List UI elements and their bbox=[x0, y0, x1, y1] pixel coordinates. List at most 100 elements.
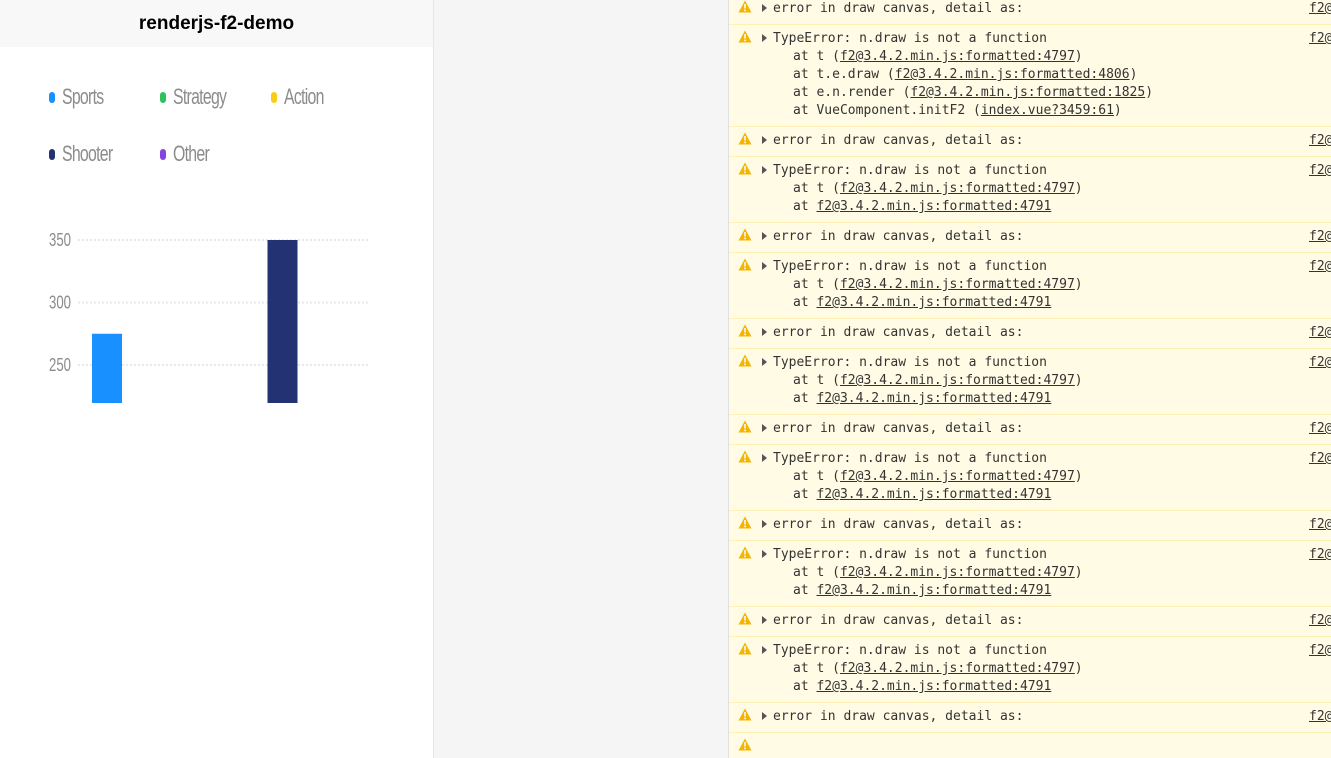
stack-frame: at VueComponent.initF2 (index.vue?3459:6… bbox=[793, 102, 1331, 120]
stack-frame-prefix: at t.e.draw ( bbox=[793, 67, 895, 82]
stack-frame: at f2@3.4.2.min.js:formatted:4791 bbox=[793, 294, 1331, 312]
message-source-link[interactable]: f2@ bbox=[1309, 258, 1331, 276]
console-message[interactable]: TypeError: n.draw is not a function at t … bbox=[729, 253, 1331, 319]
expand-arrow-icon[interactable] bbox=[762, 328, 767, 336]
expand-arrow-icon[interactable] bbox=[762, 232, 767, 240]
message-source-link[interactable]: f2@ bbox=[1309, 228, 1331, 246]
source-link[interactable]: index.vue?3459:61 bbox=[981, 103, 1114, 118]
source-link[interactable]: f2@3.4.2.min.js:formatted:1825 bbox=[910, 85, 1145, 100]
stack-frame: at f2@3.4.2.min.js:formatted:4791 bbox=[793, 390, 1331, 408]
message-source-link[interactable]: f2@ bbox=[1309, 420, 1331, 438]
legend-marker-icon bbox=[160, 148, 166, 160]
console-message[interactable]: TypeError: n.draw is not a function at t … bbox=[729, 349, 1331, 415]
message-source-link[interactable]: f2@ bbox=[1309, 324, 1331, 342]
expand-arrow-icon[interactable] bbox=[762, 262, 767, 270]
source-link[interactable]: f2@3.4.2.min.js:formatted:4791 bbox=[816, 583, 1051, 598]
mobile-preview-panel: renderjs-f2-demo Sports Strategy Action Sho… bbox=[0, 0, 434, 758]
console-message[interactable]: error in draw canvas, detail as: f2@ bbox=[729, 223, 1331, 253]
console-message[interactable]: error in draw canvas, detail as: f2@ bbox=[729, 607, 1331, 637]
expand-arrow-icon[interactable] bbox=[762, 424, 767, 432]
console-message[interactable]: error in draw canvas, detail as: f2@ bbox=[729, 127, 1331, 157]
expand-arrow-icon[interactable] bbox=[762, 454, 767, 462]
expand-arrow-icon[interactable] bbox=[762, 616, 767, 624]
stack-frame-prefix: at bbox=[793, 583, 817, 598]
message-source-link[interactable]: f2@ bbox=[1309, 162, 1331, 180]
expand-arrow-icon[interactable] bbox=[762, 520, 767, 528]
message-source-link[interactable]: f2@ bbox=[1309, 30, 1331, 48]
expand-arrow-icon[interactable] bbox=[762, 712, 767, 720]
source-link[interactable]: f2@3.4.2.min.js:formatted:4797 bbox=[840, 661, 1075, 676]
page-title: renderjs-f2-demo bbox=[138, 12, 295, 34]
legend-label: Sports bbox=[62, 84, 104, 109]
message-source-link[interactable]: f2@ bbox=[1309, 546, 1331, 564]
message-source-link[interactable]: f2@ bbox=[1309, 0, 1331, 18]
stack-frame-suffix: ) bbox=[1113, 103, 1122, 118]
source-link[interactable]: f2@3.4.2.min.js:formatted:4791 bbox=[816, 487, 1051, 502]
expand-arrow-icon[interactable] bbox=[762, 550, 767, 558]
expand-arrow-icon[interactable] bbox=[762, 34, 767, 42]
bar-sports[interactable] bbox=[92, 333, 122, 403]
stack-frame-prefix: at t ( bbox=[793, 49, 840, 64]
legend-item-shooter[interactable]: Shooter bbox=[49, 141, 132, 167]
legend-item-strategy[interactable]: Strategy bbox=[160, 84, 247, 110]
warning-icon bbox=[738, 132, 752, 145]
stack-frame-prefix: at t ( bbox=[793, 277, 840, 292]
expand-arrow-icon[interactable] bbox=[762, 646, 767, 654]
warning-icon bbox=[738, 642, 752, 655]
navigation-bar: renderjs-f2-demo bbox=[0, 0, 433, 47]
message-source-link[interactable]: f2@ bbox=[1309, 354, 1331, 372]
source-link[interactable]: f2@3.4.2.min.js:formatted:4791 bbox=[816, 679, 1051, 694]
message-source-link[interactable]: f2@ bbox=[1309, 516, 1331, 534]
console-message[interactable]: TypeError: n.draw is not a function at t … bbox=[729, 445, 1331, 511]
warning-icon bbox=[738, 738, 752, 751]
expand-arrow-icon[interactable] bbox=[762, 166, 767, 174]
console-message[interactable]: error in draw canvas, detail as: f2@ bbox=[729, 703, 1331, 733]
console-message-text: error in draw canvas, detail as: bbox=[773, 1, 1024, 16]
console-message[interactable]: TypeError: n.draw is not a function at t … bbox=[729, 637, 1331, 703]
message-source-link[interactable]: f2@ bbox=[1309, 450, 1331, 468]
source-link[interactable]: f2@3.4.2.min.js:formatted:4797 bbox=[840, 49, 1075, 64]
source-link[interactable]: f2@3.4.2.min.js:formatted:4791 bbox=[816, 295, 1051, 310]
message-source-link[interactable]: f2@ bbox=[1309, 708, 1331, 726]
expand-arrow-icon[interactable] bbox=[762, 136, 767, 144]
source-link[interactable]: f2@3.4.2.min.js:formatted:4797 bbox=[840, 373, 1075, 388]
console-message-text: error in draw canvas, detail as: bbox=[773, 133, 1024, 148]
stack-frame-prefix: at e.n.render ( bbox=[793, 85, 911, 100]
stack-frame: at t (f2@3.4.2.min.js:formatted:4797) bbox=[793, 564, 1331, 582]
console-message[interactable] bbox=[729, 733, 1331, 758]
source-link[interactable]: f2@3.4.2.min.js:formatted:4791 bbox=[816, 391, 1051, 406]
source-link[interactable]: f2@3.4.2.min.js:formatted:4791 bbox=[816, 199, 1051, 214]
legend-item-other[interactable]: Other bbox=[160, 141, 223, 167]
source-link[interactable]: f2@3.4.2.min.js:formatted:4797 bbox=[840, 469, 1075, 484]
source-link[interactable]: f2@3.4.2.min.js:formatted:4806 bbox=[895, 67, 1130, 82]
legend-item-sports[interactable]: Sports bbox=[49, 84, 120, 110]
stack-frame-suffix: ) bbox=[1074, 469, 1083, 484]
stack-frame-suffix: ) bbox=[1074, 373, 1083, 388]
warning-icon bbox=[738, 0, 752, 13]
console-message[interactable]: TypeError: n.draw is not a function at t … bbox=[729, 25, 1331, 127]
console-message-text: TypeError: n.draw is not a function bbox=[773, 163, 1047, 178]
message-source-link[interactable]: f2@ bbox=[1309, 642, 1331, 660]
legend-item-action[interactable]: Action bbox=[271, 84, 339, 110]
bar-shooter[interactable] bbox=[267, 240, 298, 403]
warning-icon bbox=[738, 450, 752, 463]
console-message-text: TypeError: n.draw is not a function bbox=[773, 643, 1047, 658]
console-message[interactable]: error in draw canvas, detail as: f2@ bbox=[729, 415, 1331, 445]
console-message[interactable]: error in draw canvas, detail as: f2@ bbox=[729, 511, 1331, 541]
stack-frame-suffix: ) bbox=[1074, 181, 1083, 196]
expand-arrow-icon[interactable] bbox=[762, 4, 767, 12]
expand-arrow-icon[interactable] bbox=[762, 358, 767, 366]
console-message[interactable]: TypeError: n.draw is not a function at t … bbox=[729, 157, 1331, 223]
stack-frame: at f2@3.4.2.min.js:formatted:4791 bbox=[793, 486, 1331, 504]
legend-label: Other bbox=[173, 141, 210, 166]
stack-frame: at t (f2@3.4.2.min.js:formatted:4797) bbox=[793, 468, 1331, 486]
console-message[interactable]: error in draw canvas, detail as: f2@ bbox=[729, 319, 1331, 349]
console-message[interactable]: TypeError: n.draw is not a function at t … bbox=[729, 541, 1331, 607]
console-message[interactable]: error in draw canvas, detail as: f2@ bbox=[729, 0, 1331, 25]
console-message-text: error in draw canvas, detail as: bbox=[773, 517, 1024, 532]
source-link[interactable]: f2@3.4.2.min.js:formatted:4797 bbox=[840, 181, 1075, 196]
message-source-link[interactable]: f2@ bbox=[1309, 612, 1331, 630]
source-link[interactable]: f2@3.4.2.min.js:formatted:4797 bbox=[840, 565, 1075, 580]
message-source-link[interactable]: f2@ bbox=[1309, 132, 1331, 150]
source-link[interactable]: f2@3.4.2.min.js:formatted:4797 bbox=[840, 277, 1075, 292]
